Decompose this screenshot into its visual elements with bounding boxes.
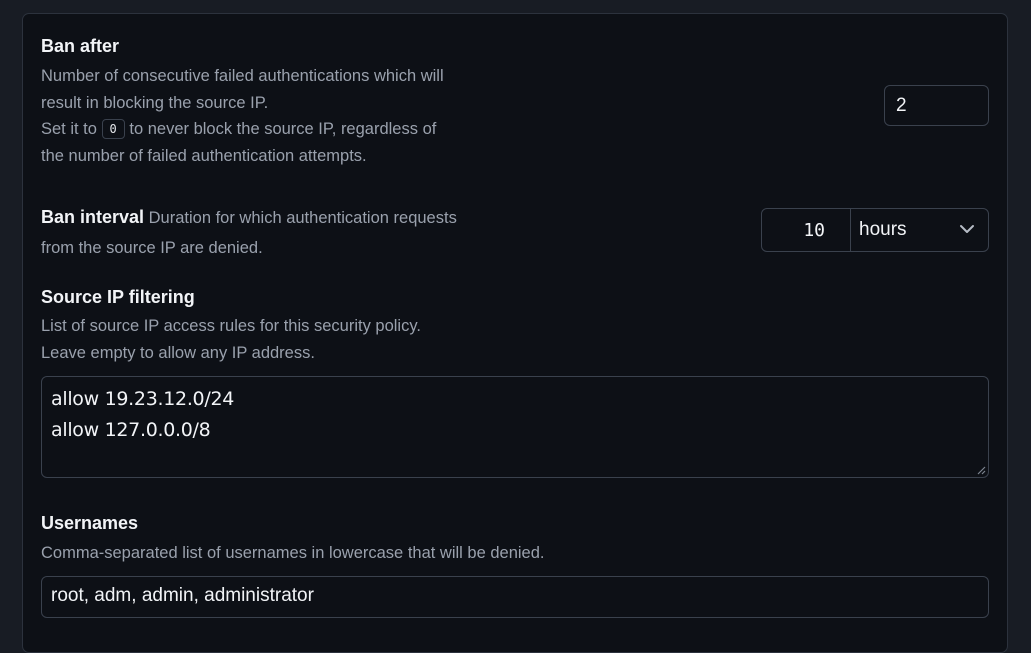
ban-after-input[interactable]: 2 — [884, 85, 989, 126]
ban-after-desc-line3-post: to never block the source IP, regardless… — [129, 120, 437, 138]
usernames-input[interactable]: root, adm, admin, administrator — [41, 576, 989, 618]
ban-interval-input[interactable]: 10 — [762, 209, 851, 251]
chevron-down-icon — [960, 225, 974, 233]
ban-after-desc-line4: the number of failed authentication atte… — [41, 146, 367, 165]
ban-after-label: Ban after — [41, 36, 120, 56]
source-ip-desc-line2: Leave empty to allow any IP address. — [41, 343, 315, 362]
ban-interval-unit-select[interactable]: hours — [851, 209, 988, 251]
source-ip-textarea[interactable]: allow 19.23.12.0/24 allow 127.0.0.0/8 — [41, 376, 989, 478]
ban-interval-group: 10 hours — [761, 208, 989, 252]
source-ip-description: List of source IP access rules for this … — [41, 313, 641, 366]
source-ip-desc-line1: List of source IP access rules for this … — [41, 317, 421, 335]
resize-grip-icon[interactable] — [976, 465, 986, 475]
ban-interval-line1: Ban interval Duration for which authenti… — [41, 202, 561, 233]
ban-interval-unit-value: hours — [859, 219, 907, 240]
source-ip-label: Source IP filtering — [41, 287, 195, 307]
source-ip-rule: allow 127.0.0.0/8 — [51, 419, 211, 441]
ban-after-desc-line3-pre: Set it to — [41, 120, 97, 138]
ban-interval-desc-line2: from the source IP are denied. — [41, 239, 263, 257]
ban-after-desc-line2: result in blocking the source IP. — [41, 93, 269, 112]
ban-interval-desc-line1: Duration for which authentication reques… — [148, 209, 457, 227]
ban-after-desc-line3: Set it to 0 to never block the source IP… — [41, 116, 561, 143]
source-ip-rule: allow 19.23.12.0/24 — [51, 388, 235, 410]
usernames-label: Usernames — [41, 513, 139, 533]
zero-code-snippet: 0 — [101, 119, 125, 139]
ban-interval-description: Ban interval Duration for which authenti… — [41, 202, 561, 263]
ban-interval-label: Ban interval — [41, 207, 145, 227]
usernames-description: Comma-separated list of usernames in low… — [41, 544, 545, 562]
ban-after-desc-line1: Number of consecutive failed authenticat… — [41, 67, 444, 85]
security-policy-panel: Ban after Number of consecutive failed a… — [22, 13, 1008, 653]
ban-after-description: Number of consecutive failed authenticat… — [41, 63, 561, 169]
